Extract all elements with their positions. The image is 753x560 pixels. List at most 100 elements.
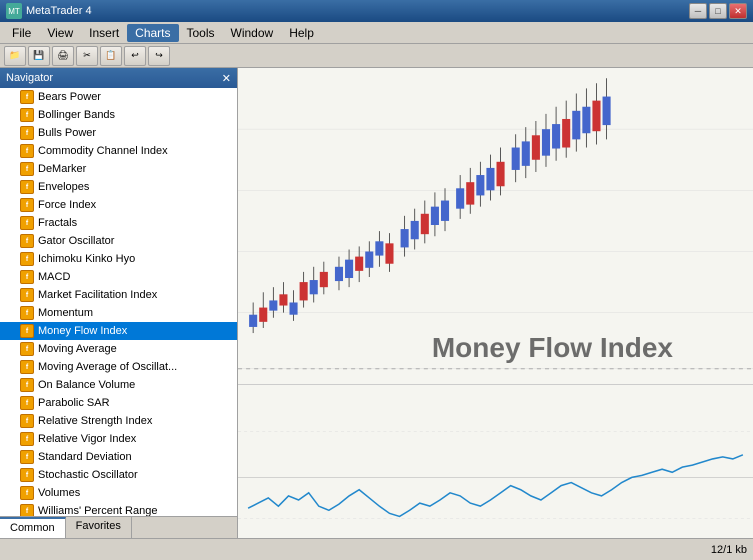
indicator-icon: f [20, 504, 34, 516]
menu-insert[interactable]: Insert [81, 24, 127, 42]
list-item[interactable]: f MACD [0, 268, 237, 286]
indicator-icon: f [20, 342, 34, 356]
list-item[interactable]: f Fractals [0, 214, 237, 232]
navigator-title: Navigator [6, 72, 53, 84]
close-button[interactable]: ✕ [729, 3, 747, 19]
indicator-label: Money Flow Index [38, 325, 127, 337]
toolbar-btn-3[interactable]: 🖨 [52, 46, 74, 66]
indicator-label: Bollinger Bands [38, 109, 115, 121]
status-right: 12/1 kb [711, 544, 747, 556]
toolbar-btn-2[interactable]: 💾 [28, 46, 50, 66]
indicator-label: Moving Average [38, 343, 117, 355]
menu-file[interactable]: File [4, 24, 39, 42]
navigator-panel: Navigator ✕ fBears PowerfBollinger Bands… [0, 68, 238, 538]
chart-area: Money Flow Index [238, 68, 753, 538]
indicator-list[interactable]: fBears PowerfBollinger BandsfBulls Power… [0, 88, 237, 516]
list-item[interactable]: fGator Oscillator [0, 232, 237, 250]
main-area: Navigator ✕ fBears PowerfBollinger Bands… [0, 68, 753, 538]
indicator-icon: f [20, 450, 34, 464]
indicator-label: Moving Average of Oscillat... [38, 361, 177, 373]
candlestick-chart: Money Flow Index [238, 68, 753, 385]
list-item[interactable]: fForce Index [0, 196, 237, 214]
tab-favorites[interactable]: Favorites [66, 517, 132, 538]
tab-common[interactable]: Common [0, 517, 66, 538]
indicator-icon: f [20, 324, 34, 338]
chart-canvas: Money Flow Index [238, 68, 753, 538]
menu-tools[interactable]: Tools [179, 24, 223, 42]
indicator-icon: f [20, 90, 34, 104]
indicator-icon: f [20, 270, 34, 284]
indicator-label: On Balance Volume [38, 379, 135, 391]
maximize-button[interactable]: □ [709, 3, 727, 19]
title-bar-controls: ─ □ ✕ [689, 3, 747, 19]
navigator-tabs: Common Favorites [0, 516, 237, 538]
indicator-icon: f [20, 216, 34, 230]
list-item[interactable]: fRelative Strength Index [0, 412, 237, 430]
list-item[interactable]: f On Balance Volume [0, 376, 237, 394]
list-item[interactable]: fStandard Deviation [0, 448, 237, 466]
indicator-icon: f [20, 252, 34, 266]
toolbar-btn-7[interactable]: ↪ [148, 46, 170, 66]
menu-view[interactable]: View [39, 24, 81, 42]
toolbar-btn-6[interactable]: ↩ [124, 46, 146, 66]
toolbar-btn-5[interactable]: 📋 [100, 46, 122, 66]
indicator-icon: f [20, 396, 34, 410]
navigator-close-button[interactable]: ✕ [222, 72, 231, 85]
list-item[interactable]: f Moving Average [0, 340, 237, 358]
indicator-label: Fractals [38, 217, 77, 229]
indicator-label: Market Facilitation Index [38, 289, 157, 301]
list-item[interactable]: f Stochastic Oscillator [0, 466, 237, 484]
list-item[interactable]: f Momentum [0, 304, 237, 322]
indicator-label: DeMarker [38, 163, 86, 175]
indicator-label: Volumes [38, 487, 80, 499]
indicator-label: Williams' Percent Range [38, 505, 157, 516]
app-title: MetaTrader 4 [26, 5, 92, 17]
toolbar-btn-1[interactable]: 📁 [4, 46, 26, 66]
indicator-label: Bears Power [38, 91, 101, 103]
indicator-label: Ichimoku Kinko Hyo [38, 253, 135, 265]
menu-window[interactable]: Window [223, 24, 282, 42]
list-item[interactable]: fVolumes [0, 484, 237, 502]
indicator-label: Stochastic Oscillator [38, 469, 138, 481]
menu-help[interactable]: Help [281, 24, 322, 42]
indicator-icon: f [20, 468, 34, 482]
list-item[interactable]: fEnvelopes [0, 178, 237, 196]
menu-charts[interactable]: Charts [127, 24, 178, 42]
indicator-label: Envelopes [38, 181, 89, 193]
indicator-icon: f [20, 126, 34, 140]
list-item[interactable]: fBollinger Bands [0, 106, 237, 124]
indicator-label: Gator Oscillator [38, 235, 114, 247]
indicator-icon: f [20, 198, 34, 212]
indicator-icon: f [20, 414, 34, 428]
list-item[interactable]: f Ichimoku Kinko Hyo [0, 250, 237, 268]
minimize-button[interactable]: ─ [689, 3, 707, 19]
list-item[interactable]: f Moving Average of Oscillat... [0, 358, 237, 376]
toolbar: 📁 💾 🖨 ✂ 📋 ↩ ↪ [0, 44, 753, 68]
list-item[interactable]: f Money Flow Index [0, 322, 237, 340]
list-item[interactable]: f Commodity Channel Index [0, 142, 237, 160]
list-item[interactable]: f Williams' Percent Range [0, 502, 237, 516]
toolbar-btn-4[interactable]: ✂ [76, 46, 98, 66]
indicator-label: Commodity Channel Index [38, 145, 168, 157]
indicator-icon: f [20, 306, 34, 320]
indicator-icon: f [20, 360, 34, 374]
indicator-icon: f [20, 162, 34, 176]
indicator-label: Bulls Power [38, 127, 96, 139]
indicator-label: Parabolic SAR [38, 397, 110, 409]
indicator-icon: f [20, 144, 34, 158]
list-item[interactable]: f Relative Vigor Index [0, 430, 237, 448]
list-item[interactable]: f Bulls Power [0, 124, 237, 142]
menu-bar: File View Insert Charts Tools Window Hel… [0, 22, 753, 44]
list-item[interactable]: f Bears Power [0, 88, 237, 106]
title-bar: MT MetaTrader 4 ─ □ ✕ [0, 0, 753, 22]
indicator-label: Momentum [38, 307, 93, 319]
list-item[interactable]: f Market Facilitation Index [0, 286, 237, 304]
indicator-icon: f [20, 378, 34, 392]
indicator-label: MACD [38, 271, 70, 283]
list-item[interactable]: f Parabolic SAR [0, 394, 237, 412]
indicator-label: Relative Vigor Index [38, 433, 136, 445]
indicator-icon: f [20, 432, 34, 446]
list-item[interactable]: f DeMarker [0, 160, 237, 178]
indicator-icon: f [20, 288, 34, 302]
status-bar: 12/1 kb [0, 538, 753, 560]
